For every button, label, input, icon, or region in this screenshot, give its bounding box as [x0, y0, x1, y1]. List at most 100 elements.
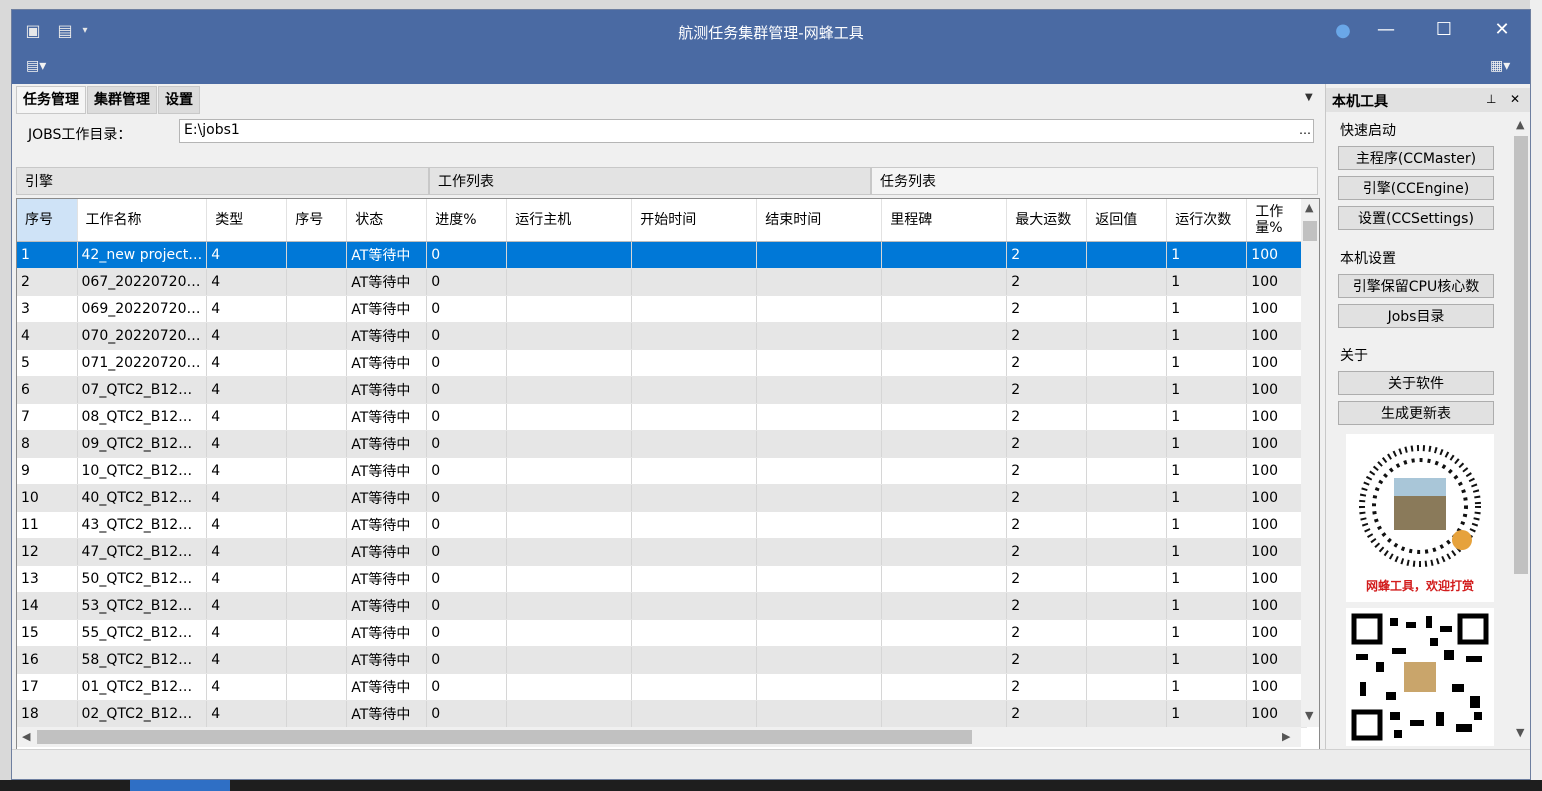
- table-cell[interactable]: [286, 619, 348, 647]
- table-cell[interactable]: [756, 700, 883, 728]
- table-cell[interactable]: AT等待中: [346, 673, 428, 701]
- table-cell[interactable]: 4: [206, 700, 288, 728]
- table-cell[interactable]: [506, 646, 633, 674]
- table-cell[interactable]: 1: [1166, 457, 1248, 485]
- table-cell[interactable]: 1: [1166, 322, 1248, 350]
- table-cell[interactable]: [881, 646, 1008, 674]
- table-cell[interactable]: 071_20220720…: [77, 349, 208, 377]
- table-cell[interactable]: 1: [1166, 592, 1248, 620]
- table-cell[interactable]: [506, 592, 633, 620]
- table-cell[interactable]: [506, 619, 633, 647]
- table-cell[interactable]: [286, 295, 348, 323]
- table-cell[interactable]: AT等待中: [346, 484, 428, 512]
- table-cell[interactable]: 1: [1166, 538, 1248, 566]
- table-cell[interactable]: AT等待中: [346, 403, 428, 431]
- table-cell[interactable]: 0: [426, 700, 508, 728]
- table-cell[interactable]: 1: [1166, 673, 1248, 701]
- table-cell[interactable]: 4: [206, 673, 288, 701]
- table-cell[interactable]: 0: [426, 619, 508, 647]
- table-cell[interactable]: 2: [1006, 700, 1088, 728]
- table-cell[interactable]: 14: [17, 592, 78, 620]
- table-cell[interactable]: [506, 565, 633, 593]
- table-cell[interactable]: [881, 295, 1008, 323]
- table-cell[interactable]: 100: [1246, 430, 1308, 458]
- close-button[interactable]: ✕: [1473, 10, 1530, 52]
- table-cell[interactable]: 2: [1006, 403, 1088, 431]
- table-cell[interactable]: AT等待中: [346, 511, 428, 539]
- table-cell[interactable]: 1: [1166, 565, 1248, 593]
- table-cell[interactable]: 1: [1166, 619, 1248, 647]
- table-cell[interactable]: 0: [426, 295, 508, 323]
- column-header[interactable]: 运行主机: [506, 199, 633, 242]
- table-cell[interactable]: [756, 592, 883, 620]
- table-cell[interactable]: 100: [1246, 349, 1308, 377]
- table-cell[interactable]: 1: [1166, 376, 1248, 404]
- table-cell[interactable]: [756, 673, 883, 701]
- table-cell[interactable]: [881, 268, 1008, 296]
- table-cell[interactable]: 1: [1166, 349, 1248, 377]
- table-cell[interactable]: 4: [206, 457, 288, 485]
- about-button[interactable]: 关于软件: [1338, 371, 1494, 395]
- table-cell[interactable]: AT等待中: [346, 619, 428, 647]
- table-cell[interactable]: [1086, 295, 1168, 323]
- table-cell[interactable]: [286, 241, 348, 269]
- table-cell[interactable]: AT等待中: [346, 430, 428, 458]
- table-cell[interactable]: [756, 430, 883, 458]
- table-cell[interactable]: [756, 295, 883, 323]
- table-cell[interactable]: 100: [1246, 673, 1308, 701]
- table-row[interactable]: 7 08_QTC2_B12… 4 AT等待中 0 2 1 100: [17, 403, 1308, 431]
- table-cell[interactable]: 2: [1006, 349, 1088, 377]
- table-cell[interactable]: 2: [1006, 430, 1088, 458]
- table-cell[interactable]: [631, 484, 758, 512]
- table-cell[interactable]: [1086, 322, 1168, 350]
- table-cell[interactable]: [881, 349, 1008, 377]
- table-cell[interactable]: [756, 565, 883, 593]
- table-cell[interactable]: [1086, 700, 1168, 728]
- column-header[interactable]: 结束时间: [756, 199, 883, 242]
- table-cell[interactable]: [631, 646, 758, 674]
- table-cell[interactable]: 100: [1246, 592, 1308, 620]
- table-cell[interactable]: 1: [1166, 241, 1248, 269]
- table-cell[interactable]: 2: [1006, 646, 1088, 674]
- table-cell[interactable]: 067_20220720…: [77, 268, 208, 296]
- table-cell[interactable]: 1: [1166, 295, 1248, 323]
- table-cell[interactable]: 100: [1246, 376, 1308, 404]
- table-cell[interactable]: 4: [206, 484, 288, 512]
- section-task-list[interactable]: 任务列表: [871, 167, 1318, 195]
- table-cell[interactable]: 2: [1006, 295, 1088, 323]
- table-row[interactable]: 12 47_QTC2_B12… 4 AT等待中 0 2 1 100: [17, 538, 1308, 566]
- table-cell[interactable]: [1086, 592, 1168, 620]
- table-cell[interactable]: 0: [426, 511, 508, 539]
- table-cell[interactable]: 40_QTC2_B12…: [77, 484, 208, 512]
- table-row[interactable]: 2 067_20220720… 4 AT等待中 0 2 1 100: [17, 268, 1308, 296]
- table-cell[interactable]: 4: [206, 565, 288, 593]
- table-cell[interactable]: 0: [426, 457, 508, 485]
- table-cell[interactable]: 2: [1006, 484, 1088, 512]
- ccmaster-button[interactable]: 主程序(CCMaster): [1338, 146, 1494, 170]
- table-cell[interactable]: 2: [17, 268, 78, 296]
- table-cell[interactable]: [756, 403, 883, 431]
- table-cell[interactable]: 0: [426, 565, 508, 593]
- generate-update-button[interactable]: 生成更新表: [1338, 401, 1494, 425]
- table-cell[interactable]: 11: [17, 511, 78, 539]
- table-cell[interactable]: [631, 673, 758, 701]
- table-cell[interactable]: [286, 511, 348, 539]
- table-cell[interactable]: 4: [206, 241, 288, 269]
- table-cell[interactable]: 53_QTC2_B12…: [77, 592, 208, 620]
- table-cell[interactable]: 09_QTC2_B12…: [77, 430, 208, 458]
- table-cell[interactable]: [286, 403, 348, 431]
- table-cell[interactable]: [286, 268, 348, 296]
- table-row[interactable]: 10 40_QTC2_B12… 4 AT等待中 0 2 1 100: [17, 484, 1308, 512]
- table-cell[interactable]: 10_QTC2_B12…: [77, 457, 208, 485]
- table-cell[interactable]: [631, 700, 758, 728]
- table-cell[interactable]: [1086, 430, 1168, 458]
- table-cell[interactable]: 4: [206, 268, 288, 296]
- table-cell[interactable]: [286, 322, 348, 350]
- table-cell[interactable]: AT等待中: [346, 565, 428, 593]
- table-cell[interactable]: 100: [1246, 538, 1308, 566]
- table-row[interactable]: 5 071_20220720… 4 AT等待中 0 2 1 100: [17, 349, 1308, 377]
- table-cell[interactable]: 2: [1006, 511, 1088, 539]
- table-cell[interactable]: [756, 322, 883, 350]
- table-cell[interactable]: [881, 322, 1008, 350]
- scroll-up-icon[interactable]: ▲: [1305, 201, 1313, 214]
